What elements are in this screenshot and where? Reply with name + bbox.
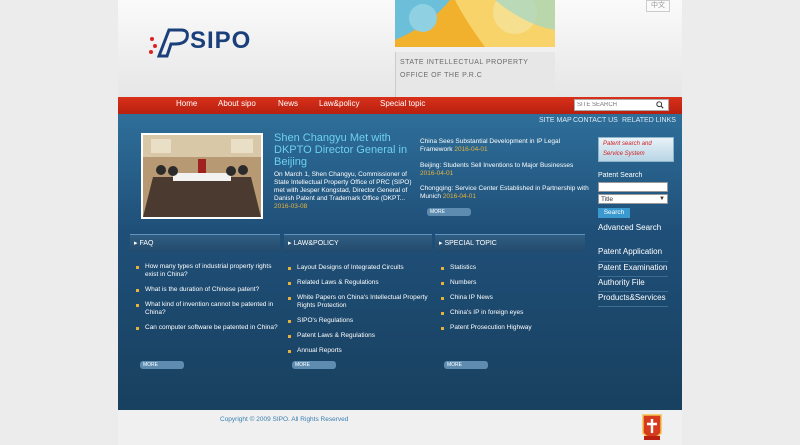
special-item[interactable]: China IP News — [435, 294, 585, 302]
law-item[interactable]: Layout Designs of Integrated Circuits — [282, 264, 432, 272]
faq-title: ▸ FAQ — [130, 235, 280, 252]
law-item[interactable]: SIPO's Regulations — [282, 317, 432, 325]
news-more-button[interactable]: MORE — [427, 208, 471, 216]
patent-search-promo[interactable]: Patent search and Service System — [598, 137, 674, 162]
news-title: China Sees Substantial Development in IP… — [420, 138, 561, 153]
law-item[interactable]: Related Laws & Regulations — [282, 279, 432, 287]
patent-search-label: Patent Search — [598, 172, 643, 179]
news-date: 2016-04-01 — [454, 146, 488, 153]
nav-home[interactable]: Home — [176, 99, 197, 108]
special-item[interactable]: Numbers — [435, 279, 585, 287]
search-icon[interactable] — [656, 101, 664, 109]
feature-date: 2016-03-08 — [274, 203, 308, 210]
promo-line-1: Patent search and — [603, 141, 652, 147]
sidebar-link[interactable]: Patent Application — [598, 247, 668, 262]
law-policy-title: ▸ LAW&POLICY — [284, 235, 432, 252]
nav-special-topic[interactable]: Special topic — [380, 99, 425, 108]
faq-item[interactable]: Can computer software be patented in Chi… — [130, 324, 280, 332]
top-links-3: RELATED LINKS — [622, 117, 676, 124]
trust-badge-icon[interactable] — [640, 413, 664, 443]
news-date: 2016-04-01 — [420, 170, 454, 177]
contact-us-link[interactable]: CONTACT US — [573, 117, 618, 124]
patent-search-button[interactable]: Search — [598, 208, 630, 218]
faq-item[interactable]: How many types of industrial property ri… — [130, 263, 280, 279]
top-links: SITE MAP — [539, 117, 572, 124]
special-item[interactable]: Statistics — [435, 264, 585, 272]
news-item[interactable]: Beijing: Students Sell Inventions to Maj… — [420, 162, 590, 178]
site-map-link[interactable]: SITE MAP — [539, 117, 572, 124]
nav-law-policy[interactable]: Law&policy — [319, 99, 359, 108]
special-item[interactable]: China's IP in foreign eyes — [435, 309, 585, 317]
patent-search-select[interactable]: Title ▼ — [598, 194, 668, 204]
special-topic-panel: ▸ SPECIAL TOPIC Statistics Numbers China… — [435, 234, 585, 374]
agency-line-2: OFFICE OF THE P.R.C — [400, 72, 483, 79]
feature-summary: On March 1, Shen Changyu, Commissioner o… — [274, 171, 416, 211]
advanced-search-link[interactable]: Advanced Search — [598, 223, 661, 232]
law-item[interactable]: White Papers on China's Intellectual Pro… — [282, 294, 432, 310]
news-title: Beijing: Students Sell Inventions to Maj… — [420, 162, 574, 169]
agency-name: STATE INTELLECTUAL PROPERTY OFFICE OF TH… — [395, 52, 555, 97]
news-item[interactable]: China Sees Substantial Development in IP… — [420, 138, 590, 154]
copyright-text: Copyright © 2009 SIPO. All Rights Reserv… — [220, 416, 349, 423]
sidebar-link[interactable]: Authority File — [598, 277, 668, 292]
promo-line-2: Service System — [603, 151, 645, 157]
faq-item[interactable]: What is the duration of Chinese patent? — [130, 286, 280, 294]
nav-about[interactable]: About sipo — [218, 99, 256, 108]
feature-body: On March 1, Shen Changyu, Commissioner o… — [274, 171, 412, 202]
chevron-down-icon: ▼ — [659, 196, 665, 202]
law-item[interactable]: Annual Reports — [282, 347, 432, 355]
related-links-link[interactable]: RELATED LINKS — [622, 117, 676, 124]
nav-news[interactable]: News — [278, 99, 298, 108]
top-links-2: CONTACT US — [573, 117, 618, 124]
feature-photo[interactable] — [141, 133, 263, 219]
select-value: Title — [601, 196, 614, 203]
faq-more-button[interactable]: MORE — [140, 361, 184, 369]
sidebar-link[interactable]: Products&Services — [598, 292, 668, 307]
special-more-button[interactable]: MORE — [444, 361, 488, 369]
law-item[interactable]: Patent Laws & Regulations — [282, 332, 432, 340]
language-switch[interactable]: 中文 — [646, 0, 670, 12]
special-topic-title: ▸ SPECIAL TOPIC — [435, 235, 585, 252]
law-more-button[interactable]: MORE — [292, 361, 336, 369]
logo-text: SIPO — [190, 27, 252, 54]
site-search — [574, 99, 669, 111]
faq-panel: ▸ FAQ How many types of industrial prope… — [130, 234, 280, 374]
feature-headline[interactable]: Shen Changyu Met with DKPTO Director Gen… — [274, 132, 416, 168]
site-search-input[interactable] — [575, 100, 653, 110]
special-item[interactable]: Patent Prosecution Highway — [435, 324, 585, 332]
law-policy-panel: ▸ LAW&POLICY Layout Designs of Integrate… — [284, 234, 432, 374]
footer — [118, 410, 682, 445]
faq-item[interactable]: What kind of invention cannot be patente… — [130, 301, 280, 317]
sidebar-links: Patent Application Patent Examination Au… — [598, 247, 668, 307]
news-item[interactable]: Chongqing: Service Center Established in… — [420, 185, 590, 201]
sidebar-link[interactable]: Patent Examination — [598, 262, 668, 277]
news-date: 2016-04-01 — [442, 193, 477, 200]
agency-line-1: STATE INTELLECTUAL PROPERTY — [400, 59, 529, 66]
banner-art — [395, 0, 555, 47]
patent-search-input[interactable] — [598, 182, 668, 192]
